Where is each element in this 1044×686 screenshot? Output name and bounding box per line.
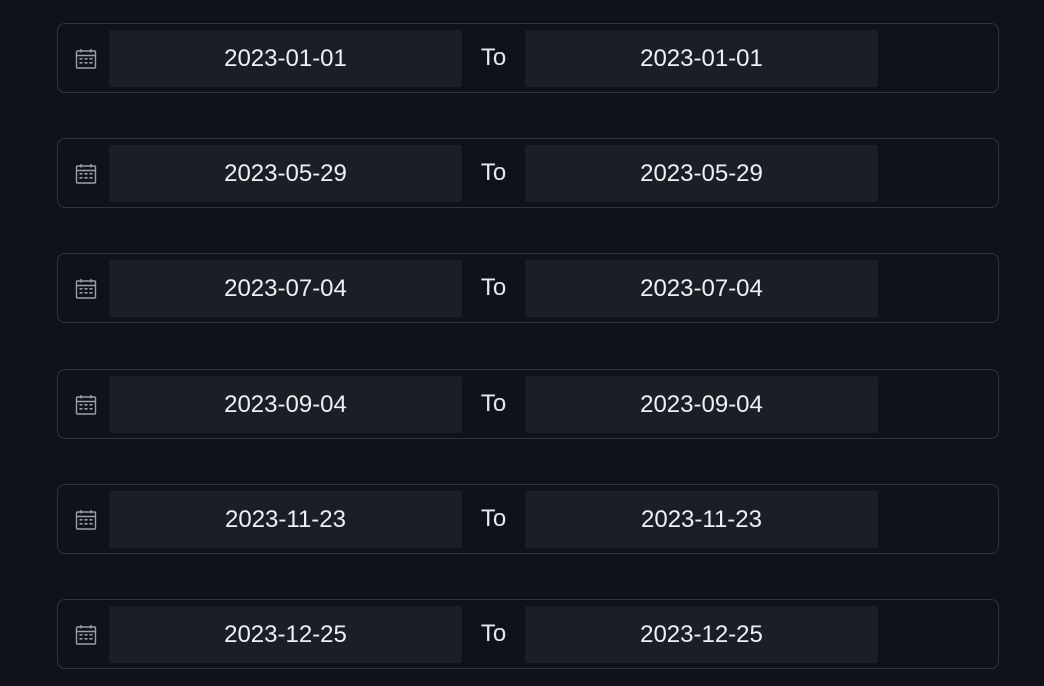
start-date-input[interactable] [109,491,462,548]
end-date-input[interactable] [525,491,878,548]
range-separator: To [480,44,507,71]
range-separator: To [480,505,507,532]
calendar-icon[interactable] [74,623,98,647]
end-date-input[interactable] [525,30,878,87]
date-range-row: To [57,23,999,93]
end-date-input[interactable] [525,376,878,433]
date-range-row: To [57,599,999,669]
range-separator: To [480,159,507,186]
end-date-input[interactable] [525,260,878,317]
range-separator: To [480,390,507,417]
start-date-input[interactable] [109,606,462,663]
date-range-row: To [57,138,999,208]
calendar-icon[interactable] [74,393,98,417]
start-date-input[interactable] [109,376,462,433]
calendar-icon[interactable] [74,277,98,301]
end-date-input[interactable] [525,606,878,663]
range-separator: To [480,620,507,647]
date-range-row: To [57,484,999,554]
calendar-icon[interactable] [74,508,98,532]
date-range-list: To To [0,0,1044,686]
calendar-icon[interactable] [74,162,98,186]
start-date-input[interactable] [109,145,462,202]
calendar-icon[interactable] [74,47,98,71]
date-range-row: To [57,369,999,439]
date-range-row: To [57,253,999,323]
start-date-input[interactable] [109,30,462,87]
end-date-input[interactable] [525,145,878,202]
range-separator: To [480,274,507,301]
start-date-input[interactable] [109,260,462,317]
